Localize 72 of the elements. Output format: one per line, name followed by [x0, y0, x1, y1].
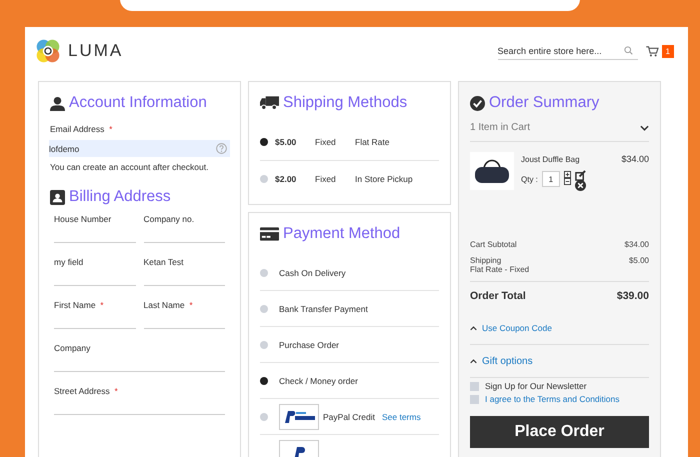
minus-icon[interactable]: [564, 178, 571, 185]
total-label: Cart Subtotal: [470, 240, 517, 249]
plus-icon[interactable]: [564, 171, 571, 178]
edit-icon[interactable]: [574, 170, 586, 181]
shipping-type: Fixed: [315, 174, 337, 184]
section-toggle-link[interactable]: Gift options: [482, 356, 533, 366]
shipping-price: $5.00: [275, 137, 298, 147]
field-label: Street Address *: [54, 386, 119, 396]
chevron-icon[interactable]: [640, 124, 649, 130]
qty-input-field[interactable]: 1: [542, 171, 560, 187]
total-label: Shipping: [470, 256, 502, 265]
order-total-label: Order Total: [470, 290, 526, 302]
credit-card-icon: [260, 227, 279, 241]
radio-button[interactable]: [260, 268, 268, 276]
payment-option-label: Purchase Order: [279, 340, 339, 350]
cart-count-badge: 1: [662, 44, 674, 58]
help-icon[interactable]: [216, 143, 227, 154]
field-label: Company no.: [144, 214, 196, 224]
checkbox[interactable]: [470, 382, 479, 390]
shipping-method-text: Flat Rate - Fixed: [470, 265, 530, 274]
total-value: $34.00: [624, 240, 649, 249]
see-terms-link[interactable]: See terms: [382, 412, 421, 422]
remove-icon[interactable]: [574, 180, 586, 191]
checkbox-label: Sign Up for Our Newsletter: [485, 381, 587, 391]
section-title: Order Summary: [489, 94, 600, 112]
place-order-button[interactable]: Place Order: [470, 416, 649, 448]
carrier-name: Flat Rate: [355, 137, 390, 147]
logo-icon: [35, 38, 61, 64]
field-label: Last Name *: [144, 300, 194, 310]
field-label: Email Address *: [50, 124, 114, 134]
payment-option-label: Bank Transfer Payment: [279, 304, 368, 314]
order-total-value: $39.00: [616, 290, 649, 302]
cart-icon[interactable]: [646, 46, 659, 56]
product-name: Joust Duffle Bag: [521, 155, 581, 164]
logo-text: LUMA: [68, 41, 124, 61]
payment-option-label: Check / Money order: [279, 376, 358, 386]
radio-button[interactable]: [260, 376, 268, 384]
radio-button[interactable]: [260, 412, 268, 420]
total-value: $5.00: [628, 256, 649, 265]
payment-option-label: Cash On Delivery: [279, 268, 346, 278]
address-card-icon: [50, 190, 65, 204]
hint-text: You can create an account after checkout.: [50, 162, 210, 172]
qty-label: Qty :: [521, 175, 538, 184]
product-price: $34.00: [621, 154, 649, 166]
checkbox[interactable]: [470, 394, 479, 404]
field-label: my field: [54, 257, 84, 267]
radio-button[interactable]: [260, 304, 268, 312]
radio-button[interactable]: [260, 340, 268, 348]
field-label: Ketan Test: [144, 257, 185, 267]
radio-button[interactable]: [260, 175, 268, 183]
caret-icon[interactable]: [470, 358, 477, 364]
section-toggle-link[interactable]: Use Coupon Code: [482, 323, 552, 333]
shipping-price: $2.00: [275, 174, 298, 184]
field-label: Company: [54, 343, 92, 353]
section-title: Account Information: [69, 94, 207, 112]
section-title: Billing Address: [69, 188, 171, 206]
field-label: House Number: [54, 214, 112, 224]
section-title: Shipping Methods: [283, 94, 408, 112]
paypal-credit-logo-icon: [279, 404, 319, 430]
terms-link[interactable]: I agree to the Terms and Conditions: [485, 394, 620, 404]
field-label: First Name *: [54, 300, 105, 310]
user-icon: [50, 96, 65, 110]
items-in-cart-toggle[interactable]: 1 Item in Cart: [470, 122, 530, 133]
check-circle-icon: [470, 96, 485, 110]
carrier-name: In Store Pickup: [355, 174, 413, 184]
truck-icon: [260, 96, 279, 110]
duffle-bag-image: [470, 150, 514, 192]
shipping-type: Fixed: [315, 137, 337, 147]
radio-button[interactable]: [260, 138, 268, 146]
payment-option-label: PayPal Credit: [323, 412, 375, 422]
caret-icon[interactable]: [470, 326, 477, 330]
section-title: Payment Method: [283, 225, 400, 243]
